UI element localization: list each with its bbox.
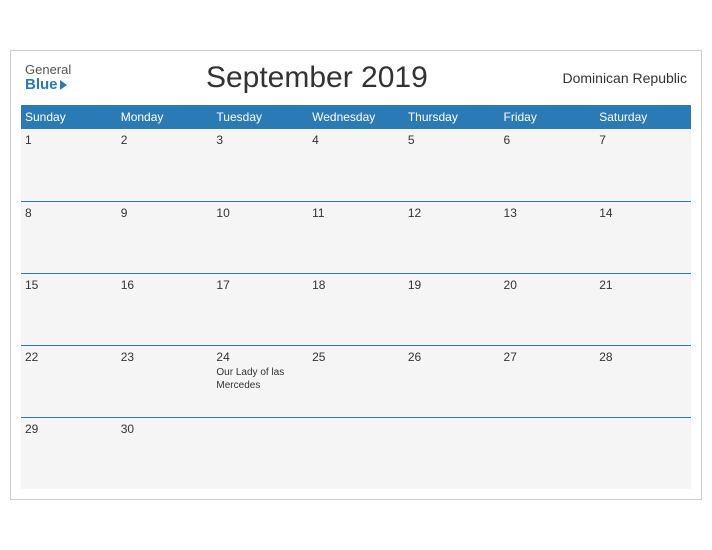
calendar-day-cell [500, 417, 596, 489]
day-number: 28 [599, 350, 687, 364]
calendar-day-cell: 4 [308, 129, 404, 201]
calendar-week-row: 89 10 11 12 13 14 [21, 201, 691, 273]
calendar-day-cell: 3 [212, 129, 308, 201]
day-number: 7 [599, 133, 687, 147]
calendar-day-cell: 12 [404, 201, 500, 273]
calendar-day-cell: 27 [500, 345, 596, 417]
day-number: 22 [25, 350, 113, 364]
day-number: 15 [25, 278, 113, 292]
calendar-day-cell: 5 [404, 129, 500, 201]
day-number: 3 [216, 133, 304, 147]
logo-blue-text: Blue [25, 77, 71, 94]
calendar-container: General Blue September 2019 Dominican Re… [10, 50, 702, 500]
day-number: 20 [504, 278, 592, 292]
calendar-day-cell [595, 417, 691, 489]
day-number: 26 [408, 350, 496, 364]
day-number: 2 [121, 133, 209, 147]
calendar-day-cell: 7 [595, 129, 691, 201]
calendar-day-cell: 8 [21, 201, 117, 273]
calendar-day-cell: 16 [117, 273, 213, 345]
logo: General Blue [25, 63, 71, 94]
day-number: 4 [312, 133, 400, 147]
day-number: 24 [216, 350, 304, 364]
calendar-header: General Blue September 2019 Dominican Re… [21, 61, 691, 95]
calendar-thead: SundayMondayTuesdayWednesdayThursdayFrid… [21, 105, 691, 129]
calendar-day-cell: 19 [404, 273, 500, 345]
calendar-day-cell: 26 [404, 345, 500, 417]
calendar-week-row: 22 23 24 Our Lady of las Mercedes 25 26 27 28 [21, 345, 691, 417]
weekday-header-friday: Friday [500, 105, 596, 129]
calendar-day-cell: 13 [500, 201, 596, 273]
calendar-day-cell: 22 [21, 345, 117, 417]
calendar-day-cell: 2 [117, 129, 213, 201]
calendar-day-cell: 6 [500, 129, 596, 201]
calendar-day-cell: 10 [212, 201, 308, 273]
day-number: 23 [121, 350, 209, 364]
logo-general-text: General [25, 63, 71, 77]
day-number: 13 [504, 206, 592, 220]
weekday-header-row: SundayMondayTuesdayWednesdayThursdayFrid… [21, 105, 691, 129]
calendar-day-cell: 28 [595, 345, 691, 417]
logo-triangle-icon [60, 80, 67, 90]
calendar-country: Dominican Republic [562, 70, 687, 86]
calendar-day-cell: 24 Our Lady of las Mercedes [212, 345, 308, 417]
calendar-day-cell: 30 [117, 417, 213, 489]
calendar-day-cell: 23 [117, 345, 213, 417]
day-number: 10 [216, 206, 304, 220]
day-number: 29 [25, 422, 113, 436]
weekday-header-tuesday: Tuesday [212, 105, 308, 129]
day-number: 16 [121, 278, 209, 292]
calendar-day-cell: 20 [500, 273, 596, 345]
calendar-day-cell: 18 [308, 273, 404, 345]
day-number: 12 [408, 206, 496, 220]
weekday-header-saturday: Saturday [595, 105, 691, 129]
day-number: 1 [25, 133, 113, 147]
calendar-title: September 2019 [71, 61, 562, 95]
calendar-week-row: 29 30 [21, 417, 691, 489]
calendar-day-cell [404, 417, 500, 489]
calendar-day-cell: 1 [21, 129, 117, 201]
day-number: 19 [408, 278, 496, 292]
calendar-day-cell [212, 417, 308, 489]
calendar-day-cell: 9 [117, 201, 213, 273]
day-number: 17 [216, 278, 304, 292]
day-event: Our Lady of las Mercedes [216, 366, 304, 392]
calendar-week-row: 15 16 17 18 19 20 21 [21, 273, 691, 345]
calendar-table: SundayMondayTuesdayWednesdayThursdayFrid… [21, 105, 691, 489]
calendar-day-cell: 15 [21, 273, 117, 345]
calendar-week-row: 1234567 [21, 129, 691, 201]
weekday-header-thursday: Thursday [404, 105, 500, 129]
calendar-day-cell: 14 [595, 201, 691, 273]
day-number: 14 [599, 206, 687, 220]
calendar-day-cell: 11 [308, 201, 404, 273]
day-number: 11 [312, 206, 400, 220]
calendar-day-cell: 17 [212, 273, 308, 345]
day-number: 5 [408, 133, 496, 147]
calendar-day-cell: 29 [21, 417, 117, 489]
day-number: 25 [312, 350, 400, 364]
calendar-day-cell [308, 417, 404, 489]
day-number: 8 [25, 206, 113, 220]
day-number: 18 [312, 278, 400, 292]
weekday-header-wednesday: Wednesday [308, 105, 404, 129]
calendar-body: 123456789101112131415161718192021222324O… [21, 129, 691, 489]
day-number: 21 [599, 278, 687, 292]
day-number: 27 [504, 350, 592, 364]
day-number: 6 [504, 133, 592, 147]
weekday-header-monday: Monday [117, 105, 213, 129]
calendar-day-cell: 21 [595, 273, 691, 345]
day-number: 9 [121, 206, 209, 220]
weekday-header-sunday: Sunday [21, 105, 117, 129]
calendar-day-cell: 25 [308, 345, 404, 417]
day-number: 30 [121, 422, 209, 436]
